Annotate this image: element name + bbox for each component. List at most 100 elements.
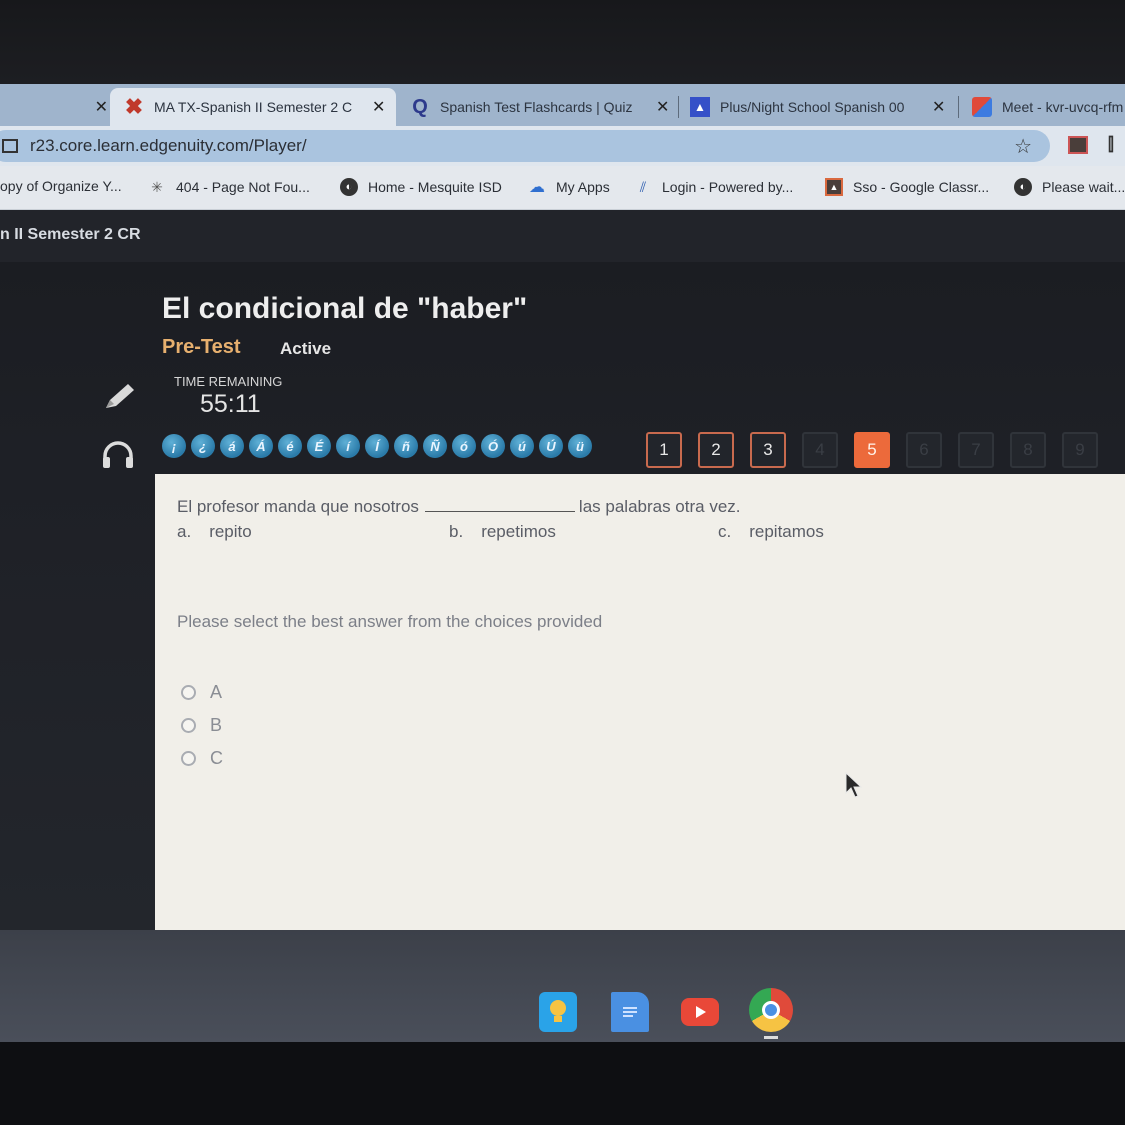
bookmark-please-wait[interactable]: ◐ Please wait...: [1014, 178, 1125, 196]
bookmark-classroom[interactable]: ▲ Sso - Google Classr...: [825, 178, 989, 196]
special-char-button[interactable]: ¿: [191, 434, 215, 458]
question-2-button[interactable]: 2: [698, 432, 734, 468]
course-title: n II Semester 2 CR: [0, 226, 141, 243]
tab-title: Spanish Test Flashcards | Quiz: [440, 99, 633, 115]
special-char-button[interactable]: í: [336, 434, 360, 458]
close-tab-icon[interactable]: ✕: [932, 97, 945, 117]
bookmark-label: opy of Organize Y...: [0, 178, 122, 194]
address-bar[interactable]: r23.core.learn.edgenuity.com/Player/ ☆: [0, 130, 1050, 162]
tab-meet[interactable]: Meet - kvr-uvcq-rfm: [972, 88, 1125, 126]
option-label[interactable]: B: [210, 715, 222, 736]
special-char-button[interactable]: ó: [452, 434, 476, 458]
special-char-button[interactable]: é: [278, 434, 302, 458]
question-5-button[interactable]: 5: [854, 432, 890, 468]
bookmark-my-apps[interactable]: ☁ My Apps: [528, 178, 610, 196]
special-char-button[interactable]: Ó: [481, 434, 505, 458]
answer-blank: [424, 496, 575, 512]
classroom-icon: ▲: [690, 97, 710, 117]
screen-bezel: [0, 0, 1125, 84]
choice-b: b. repetimos: [449, 522, 556, 542]
classroom-icon: ▲: [825, 178, 843, 196]
special-char-button[interactable]: Í: [365, 434, 389, 458]
time-remaining-label: TIME REMAINING: [174, 374, 283, 389]
choice-letter: a.: [177, 522, 192, 541]
option-b[interactable]: B: [181, 715, 222, 736]
classroom-extension-icon[interactable]: [1068, 136, 1088, 154]
special-characters-toolbar: ¡ ¿ á Áé Éí Íñ Ñó Óú Úü: [162, 434, 592, 458]
radio-button[interactable]: [181, 685, 196, 700]
special-char-button[interactable]: ü: [568, 434, 592, 458]
bookmark-label: Please wait...: [1042, 179, 1125, 195]
special-char-button[interactable]: á: [220, 434, 244, 458]
bookmarks-bar: opy of Organize Y... ✳ 404 - Page Not Fo…: [0, 166, 1125, 210]
chrome-icon[interactable]: [749, 988, 793, 1032]
special-char-button[interactable]: ú: [510, 434, 534, 458]
tab-quizlet[interactable]: Q Spanish Test Flashcards | Quiz ✕: [406, 88, 670, 126]
lesson-title: El condicional de "haber": [162, 292, 528, 325]
close-tab-icon[interactable]: ✕: [372, 97, 385, 117]
option-c[interactable]: C: [181, 748, 223, 769]
close-tab-icon[interactable]: ✕: [656, 97, 669, 117]
tab-blank[interactable]: ✕: [0, 88, 108, 126]
tab-separator: [678, 96, 679, 118]
globe-icon: ◐: [340, 178, 358, 196]
meet-icon: [972, 97, 992, 117]
mouse-cursor-icon: [845, 772, 863, 798]
tab-strip: ✕ ✖ MA TX-Spanish II Semester 2 C ✕ Q Sp…: [0, 84, 1125, 126]
extension-icon[interactable]: ⫿: [1108, 134, 1125, 156]
tab-classroom[interactable]: ▲ Plus/Night School Spanish 00 ✕: [690, 88, 950, 126]
keep-icon[interactable]: [539, 992, 577, 1032]
question-1-button[interactable]: 1: [646, 432, 682, 468]
special-char-button[interactable]: ñ: [394, 434, 418, 458]
question-text: El profesor manda que nosotros las palabr…: [177, 496, 741, 517]
quizlet-q-icon: Q: [412, 95, 428, 118]
question-after-blank: las palabras otra vez.: [578, 497, 741, 516]
bookmark-mesquite[interactable]: ◐ Home - Mesquite ISD: [340, 178, 502, 196]
tab-edgenuity[interactable]: ✖ MA TX-Spanish II Semester 2 C ✕: [110, 88, 396, 126]
bookmark-label: Login - Powered by...: [662, 179, 794, 195]
youtube-icon[interactable]: [681, 998, 719, 1026]
special-char-button[interactable]: Ñ: [423, 434, 447, 458]
close-tab-icon[interactable]: ✕: [95, 97, 108, 117]
bookmark-label: Sso - Google Classr...: [853, 179, 990, 195]
question-7-button: 7: [958, 432, 994, 468]
bookmark-star-icon[interactable]: ☆: [1014, 134, 1032, 159]
docs-icon[interactable]: [611, 992, 649, 1032]
activity-type: Pre-Test: [162, 336, 241, 358]
os-shelf: [0, 930, 1125, 1042]
tab-title: MA TX-Spanish II Semester 2 C: [154, 99, 353, 115]
radio-button[interactable]: [181, 751, 196, 766]
site-info-icon[interactable]: [2, 139, 18, 153]
screen-bezel-bottom: [0, 1042, 1125, 1125]
question-before-blank: El profesor manda que nosotros: [177, 497, 419, 516]
headphones-icon[interactable]: [100, 438, 136, 470]
bookmark-404[interactable]: ✳ 404 - Page Not Fou...: [148, 178, 310, 196]
radio-button[interactable]: [181, 718, 196, 733]
choice-text: repitamos: [749, 522, 824, 541]
choice-text: repito: [209, 522, 252, 541]
url-text[interactable]: r23.core.learn.edgenuity.com/Player/: [30, 136, 307, 156]
activity-status: Active: [280, 339, 332, 358]
question-panel: El profesor manda que nosotros las palabr…: [155, 474, 1125, 930]
special-char-button[interactable]: ¡: [162, 434, 186, 458]
question-6-button: 6: [906, 432, 942, 468]
bookmark-organize[interactable]: opy of Organize Y...: [0, 178, 122, 194]
cloud-icon: ☁: [529, 179, 545, 196]
option-label[interactable]: C: [210, 748, 223, 769]
special-char-button[interactable]: Ú: [539, 434, 563, 458]
pencil-icon[interactable]: [102, 380, 138, 412]
special-char-button[interactable]: Á: [249, 434, 273, 458]
question-3-button[interactable]: 3: [750, 432, 786, 468]
browser-toolbar: r23.core.learn.edgenuity.com/Player/ ☆ ⫿: [0, 126, 1125, 166]
bookmark-login[interactable]: ⫽ Login - Powered by...: [634, 178, 793, 196]
question-9-button: 9: [1062, 432, 1098, 468]
tab-title: Meet - kvr-uvcq-rfm: [1002, 99, 1124, 115]
choice-text: repetimos: [481, 522, 556, 541]
special-char-button[interactable]: É: [307, 434, 331, 458]
course-header: n II Semester 2 CR: [0, 210, 1125, 262]
choice-letter: c.: [718, 522, 732, 541]
option-a[interactable]: A: [181, 682, 222, 703]
option-label[interactable]: A: [210, 682, 222, 703]
globe-icon: ◐: [1014, 178, 1032, 196]
edgenuity-x-icon: ✖: [124, 94, 144, 119]
